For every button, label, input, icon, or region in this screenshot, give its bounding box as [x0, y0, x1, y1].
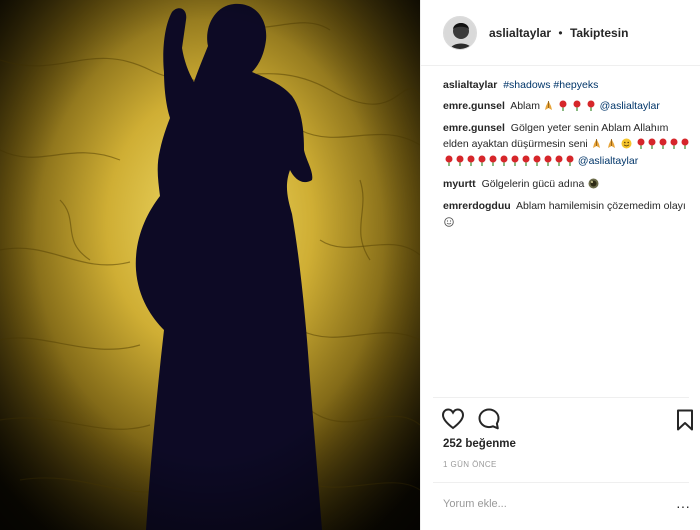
comment-list: aslialtaylar #shadows #hepyeks emre.guns… [443, 78, 695, 237]
rose-emoji-icon [680, 138, 690, 155]
rose-emoji-icon [669, 138, 679, 155]
comment-mention[interactable]: @aslialtaylar [578, 155, 638, 167]
post-timestamp[interactable]: 1 GÜN ÖNCE [443, 460, 497, 469]
praying-emoji-icon [606, 138, 617, 155]
rose-emoji-icon [455, 155, 465, 172]
comment-item: emre.gunsel Ablam @aslialtaylar [443, 99, 695, 117]
rose-emoji-icon [532, 155, 542, 172]
comment-username[interactable]: emre.gunsel [443, 122, 505, 134]
rose-emoji-icon [586, 100, 596, 117]
praying-emoji-icon [591, 138, 602, 155]
comment-text: Gölgelerin gücü adına [481, 177, 585, 190]
rose-emoji-icon [558, 100, 568, 117]
avatar-image [444, 16, 476, 49]
instagram-post-view: aslialtaylar • Takiptesin aslialtaylar #… [0, 0, 700, 530]
author-avatar[interactable] [443, 15, 477, 50]
rose-emoji-icon [477, 155, 487, 172]
rose-emoji-icon [647, 138, 657, 155]
smiling-face-emoji-icon [621, 138, 632, 155]
post-side-panel: aslialtaylar • Takiptesin aslialtaylar #… [420, 0, 700, 530]
rose-emoji-icon [572, 100, 582, 117]
rose-emoji-icon [636, 138, 646, 155]
comment-username[interactable]: emre.gunsel [443, 100, 505, 112]
smiling-face-emoji-icon [443, 216, 454, 233]
comment-username[interactable]: myurtt [443, 178, 476, 190]
heart-icon [441, 408, 465, 430]
caption: aslialtaylar #shadows #hepyeks [443, 78, 695, 94]
crystal-ball-emoji-icon [588, 178, 599, 195]
more-options-icon[interactable]: ··· [676, 498, 690, 514]
rose-emoji-icon [444, 155, 454, 172]
rose-emoji-icon [488, 155, 498, 172]
comment-item: emre.gunsel Gölgen yeter senin Ablam All… [443, 121, 695, 172]
comment-input-divider [433, 482, 689, 483]
rose-emoji-icon [510, 155, 520, 172]
speech-bubble-icon [478, 408, 500, 430]
follow-status[interactable]: Takiptesin [570, 26, 628, 40]
praying-emoji-icon [543, 100, 554, 117]
comment-username[interactable]: aslialtaylar [443, 79, 497, 91]
rose-emoji-icon [466, 155, 476, 172]
comment-username[interactable]: emrerdogduu [443, 200, 511, 212]
rose-emoji-icon [543, 155, 553, 172]
actions-divider [433, 397, 689, 398]
post-header: aslialtaylar • Takiptesin [421, 0, 700, 66]
header-text: aslialtaylar • Takiptesin [489, 26, 628, 40]
bookmark-icon [677, 409, 693, 431]
shadow-photo-image [0, 0, 420, 530]
rose-emoji-icon [499, 155, 509, 172]
rose-emoji-icon [658, 138, 668, 155]
comment-button[interactable] [477, 407, 501, 431]
comment-text: Ablam hamilemisin çözemedim olayı [516, 200, 686, 212]
post-photo[interactable] [0, 0, 420, 530]
rose-emoji-icon [521, 155, 531, 172]
comment-text: Ablam [510, 99, 540, 112]
rose-emoji-icon [565, 155, 575, 172]
comment-item: emrerdogduu Ablam hamilemisin çözemedim … [443, 199, 695, 232]
caption-hashtags[interactable]: #shadows #hepyeks [503, 79, 598, 91]
header-separator: • [558, 25, 563, 40]
likes-count[interactable]: 252 beğenme [443, 438, 516, 450]
rose-emoji-icon [554, 155, 564, 172]
like-button[interactable] [441, 408, 465, 430]
comment-item: myurtt Gölgelerin gücü adına [443, 177, 695, 195]
save-button[interactable] [676, 409, 694, 431]
add-comment-input[interactable] [443, 494, 683, 514]
author-username[interactable]: aslialtaylar [489, 26, 551, 40]
comment-mention[interactable]: @aslialtaylar [600, 100, 660, 112]
